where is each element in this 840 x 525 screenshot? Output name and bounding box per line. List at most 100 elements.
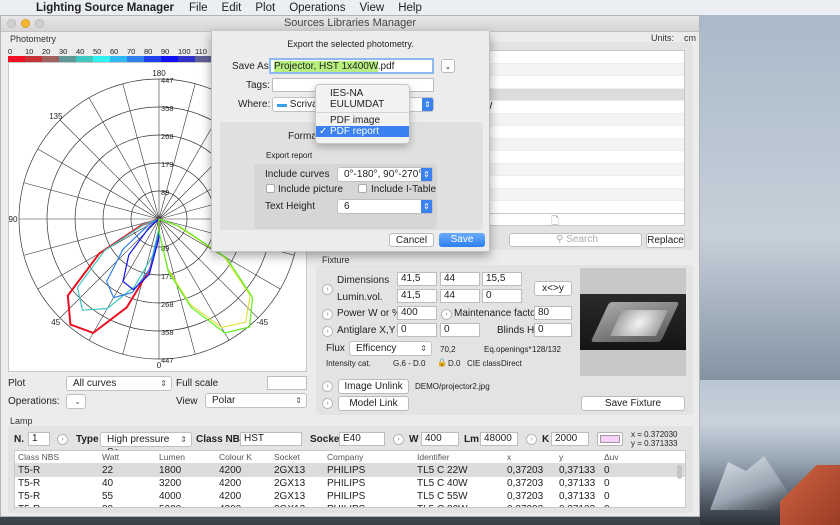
column-header[interactable]: Δuv: [604, 451, 654, 463]
menu-operations[interactable]: Operations: [289, 2, 345, 14]
lamp-table[interactable]: Class NBS Watt Lumen Colour K Socket Company I…: [14, 450, 686, 508]
table-row[interactable]: T5-R80500042002GX13PHILIPSTL5 C 80W0,372…: [15, 503, 685, 507]
table-row[interactable]: T5-R 55 4000 4200 2GX13 PHILIPS TL5 C 55W 0,372…: [15, 490, 685, 503]
library-row[interactable]: [481, 176, 684, 189]
column-header[interactable]: x: [507, 451, 559, 463]
menu-view[interactable]: View: [359, 2, 384, 14]
socket-input[interactable]: E40: [339, 432, 385, 446]
column-header[interactable]: Colour K: [219, 451, 274, 463]
maintenance-expand-button[interactable]: ›: [441, 309, 452, 320]
socket-expand-button[interactable]: ›: [393, 434, 404, 445]
k-input[interactable]: 2000: [551, 432, 589, 446]
full-scale-input[interactable]: [267, 376, 307, 390]
zoom-window-button[interactable]: [35, 19, 44, 28]
dimension-y-input[interactable]: 44: [440, 272, 480, 286]
n-expand-button[interactable]: ›: [57, 434, 68, 445]
luminvol-x-input[interactable]: 41,5: [397, 289, 437, 303]
operations-label: Operations:: [8, 396, 60, 407]
dimension-x-input[interactable]: 41,5: [397, 272, 437, 286]
image-expand-button[interactable]: ›: [322, 381, 333, 392]
dimensions-expand-button[interactable]: ›: [322, 284, 333, 295]
intensity-cat-label: Intensity cat.: [326, 359, 371, 368]
color-swatch-button[interactable]: [597, 432, 623, 446]
text-height-select[interactable]: 6 ⇕: [337, 199, 433, 214]
library-row[interactable]: [481, 113, 684, 126]
column-header[interactable]: Socket: [274, 451, 327, 463]
view-select[interactable]: Polar ⇕: [205, 393, 307, 408]
dimension-z-input[interactable]: 15,5: [482, 272, 522, 286]
w-input[interactable]: 400: [421, 432, 459, 446]
column-header[interactable]: y: [559, 451, 604, 463]
fixture-image: [580, 268, 686, 376]
table-row[interactable]: T5-R 22 1800 4200 2GX13 PHILIPS TL5 C 22W 0,372…: [15, 464, 685, 477]
column-header[interactable]: Identifier: [417, 451, 507, 463]
column-header[interactable]: Class NBS: [15, 451, 102, 463]
table-cell: 0,37133: [559, 491, 596, 502]
include-itable-checkbox[interactable]: [358, 184, 367, 193]
column-header[interactable]: Lumen: [159, 451, 219, 463]
format-popup-menu[interactable]: IES-NA EULUMDAT PDF image ✓ PDF report: [315, 84, 410, 144]
library-row[interactable]: [481, 76, 684, 89]
chevron-down-icon: ⌄: [74, 397, 81, 406]
close-window-button[interactable]: [7, 19, 16, 28]
antiglare-y-input[interactable]: 0: [440, 323, 480, 337]
lock-icon[interactable]: 🔒: [437, 358, 447, 367]
include-curves-select[interactable]: 0°-180°, 90°-270° ⇕: [337, 167, 433, 182]
luminvol-y-input[interactable]: 44: [440, 289, 480, 303]
power-expand-button[interactable]: ›: [322, 309, 333, 320]
library-row[interactable]: [481, 151, 684, 164]
flux-select[interactable]: Efficency ⇕: [349, 341, 432, 356]
column-header[interactable]: Company: [327, 451, 417, 463]
save-fixture-button[interactable]: Save Fixture: [581, 396, 685, 411]
menu-file[interactable]: File: [189, 2, 208, 14]
operations-dropdown[interactable]: ⌄: [66, 394, 86, 409]
type-select[interactable]: High pressure So...⇕: [100, 432, 192, 458]
search-input[interactable]: ⚲ Search: [509, 233, 642, 247]
library-row[interactable]: [481, 138, 684, 151]
swap-xy-button[interactable]: x<>y: [534, 281, 572, 296]
libraries-table[interactable]: W: [480, 50, 685, 225]
class-nbs-input[interactable]: HST: [240, 432, 302, 446]
antiglare-x-input[interactable]: 0: [397, 323, 437, 337]
lm-input[interactable]: 48000: [480, 432, 518, 446]
menu-help[interactable]: Help: [398, 2, 422, 14]
library-row[interactable]: [481, 163, 684, 176]
luminvol-z-input[interactable]: 0: [482, 289, 522, 303]
menu-plot[interactable]: Plot: [255, 2, 275, 14]
column-header[interactable]: Watt: [102, 451, 159, 463]
format-option-pdf-image[interactable]: PDF image: [316, 115, 409, 126]
format-option-eulumdat[interactable]: EULUMDAT: [316, 99, 409, 110]
table-row[interactable]: T5-R 40 3200 4200 2GX13 PHILIPS TL5 C 40W 0,372…: [15, 477, 685, 490]
save-button[interactable]: Save: [439, 233, 485, 247]
lm-expand-button[interactable]: ›: [526, 434, 537, 445]
minimize-window-button[interactable]: [21, 19, 30, 28]
menu-app-name[interactable]: Lighting Source Manager: [36, 2, 174, 14]
maintenance-input[interactable]: 80: [534, 306, 572, 320]
vertical-scrollbar[interactable]: [677, 465, 682, 479]
menu-edit[interactable]: Edit: [222, 2, 242, 14]
library-row[interactable]: [481, 51, 684, 64]
format-option-pdf-report[interactable]: ✓ PDF report: [316, 126, 409, 137]
replace-button[interactable]: Replace: [646, 233, 685, 248]
library-row[interactable]: [481, 201, 684, 214]
photometry-section-label: Photometry: [10, 34, 57, 44]
blinds-input[interactable]: 0: [534, 323, 572, 337]
model-expand-button[interactable]: ›: [322, 398, 333, 409]
plot-select[interactable]: All curves ⇕: [66, 376, 172, 391]
include-picture-checkbox[interactable]: [266, 184, 275, 193]
library-row[interactable]: [481, 88, 684, 101]
library-row[interactable]: [481, 63, 684, 76]
model-link-button[interactable]: Model Link: [338, 396, 409, 411]
power-input[interactable]: 400: [397, 306, 437, 320]
n-input[interactable]: 1: [28, 432, 50, 446]
library-row[interactable]: [481, 188, 684, 201]
save-as-input[interactable]: Projector, HST 1x400W.pdf: [269, 58, 434, 74]
cancel-button[interactable]: Cancel: [389, 233, 434, 247]
library-row[interactable]: W: [481, 101, 684, 114]
image-unlink-button[interactable]: Image Unlink: [338, 379, 409, 394]
expand-dialog-button[interactable]: ⌄: [441, 59, 455, 73]
library-row[interactable]: [481, 126, 684, 139]
text-height-label: Text Height: [265, 201, 316, 212]
antiglare-expand-button[interactable]: ›: [322, 326, 333, 337]
format-option-ies-na[interactable]: IES-NA: [316, 88, 409, 99]
